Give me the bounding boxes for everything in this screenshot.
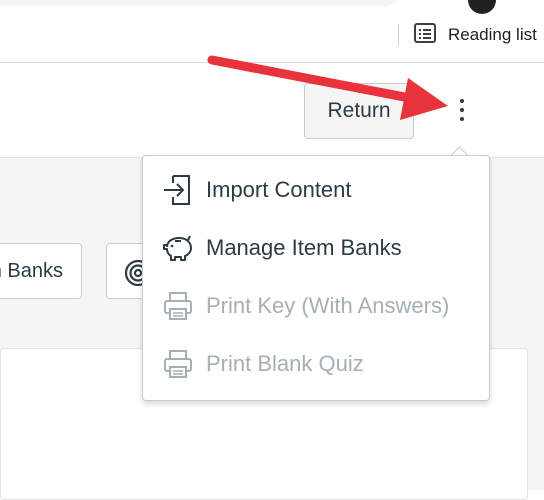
browser-chrome: Reading list <box>0 0 544 63</box>
menu-item-print-key[interactable]: Print Key (With Answers) <box>143 282 489 330</box>
reading-list-icon <box>414 22 436 48</box>
printer-icon <box>160 288 196 324</box>
import-icon <box>160 172 196 208</box>
reading-list-button[interactable]: Reading list <box>414 22 537 48</box>
reading-list-label: Reading list <box>448 25 537 44</box>
menu-item-print-blank-quiz[interactable]: Print Blank Quiz <box>143 340 489 388</box>
menu-item-import-content[interactable]: Import Content <box>143 166 489 214</box>
item-banks-button[interactable]: n Banks <box>0 243 82 299</box>
menu-item-manage-item-banks[interactable]: Manage Item Banks <box>143 224 489 272</box>
kebab-icon[interactable] <box>450 99 474 129</box>
printer-icon <box>160 346 196 382</box>
quiz-header: Return <box>0 63 544 158</box>
menu-item-label: Manage Item Banks <box>206 235 402 260</box>
bookmarks-divider <box>398 24 399 46</box>
menu-item-label: Print Blank Quiz <box>206 351 364 376</box>
options-menu: Import Content Manage Item Banks Print K… <box>142 155 490 401</box>
return-button[interactable]: Return <box>304 83 414 139</box>
menu-item-label: Print Key (With Answers) <box>206 293 450 318</box>
piggy-bank-icon <box>160 230 196 266</box>
menu-item-label: Import Content <box>206 177 352 202</box>
profile-avatar[interactable] <box>468 0 496 14</box>
address-bar[interactable] <box>0 0 400 6</box>
